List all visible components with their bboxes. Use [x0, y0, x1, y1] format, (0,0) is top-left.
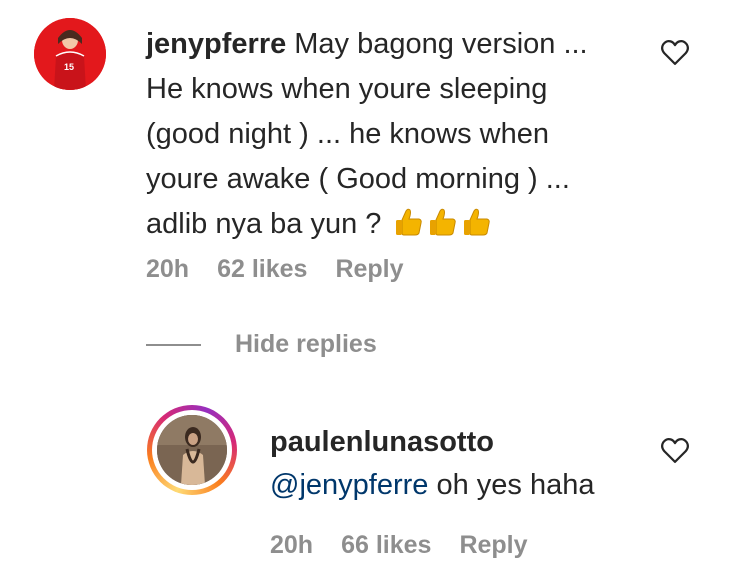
reply-meta: 20h 66 likes Reply	[270, 531, 528, 560]
thumbs-up-emoji-icon	[396, 208, 423, 236]
comment-time: 20h	[146, 255, 190, 283]
comment-meta: 20h 62 likes Reply	[146, 255, 404, 284]
emoji-row	[393, 203, 495, 248]
avatar-paulenlunasotto-ring[interactable]	[147, 405, 237, 495]
avatar-figure-icon: 15	[34, 18, 106, 90]
reply-likes[interactable]: 66 likes	[341, 531, 431, 560]
reply-time: 20h	[270, 531, 314, 559]
reply-reply-button[interactable]: Reply	[459, 531, 527, 560]
avatar-photo-icon	[157, 415, 227, 485]
comment-text-line1: May bagong version ...	[294, 28, 588, 60]
comment-body: jenypferre May bagong version ... He know…	[146, 22, 626, 248]
reply-body: paulenlunasotto @jenypferre oh yes haha	[270, 421, 670, 507]
reply-text: oh yes haha	[436, 469, 595, 501]
hide-replies-button[interactable]: Hide replies	[146, 330, 377, 359]
reply-username[interactable]: paulenlunasotto	[270, 421, 670, 464]
comment-reply-button[interactable]: Reply	[335, 255, 403, 284]
reply-mention[interactable]: @jenypferre	[270, 469, 428, 501]
avatar-paulenlunasotto	[157, 415, 227, 485]
heart-outline-icon[interactable]	[660, 38, 690, 66]
avatar-ring-gap	[152, 410, 232, 490]
hide-replies-label: Hide replies	[235, 330, 377, 358]
heart-outline-icon[interactable]	[660, 436, 690, 464]
comment-text-rest: He knows when youre sleeping (good night…	[146, 73, 570, 240]
avatar-jenypferre[interactable]: 15	[34, 18, 106, 90]
thumbs-up-emoji-icon	[430, 208, 457, 236]
comment-likes[interactable]: 62 likes	[217, 255, 307, 284]
comment-username[interactable]: jenypferre	[146, 28, 286, 60]
thumbs-up-emoji-icon	[464, 208, 491, 236]
hide-replies-divider	[146, 343, 201, 346]
svg-text:15: 15	[64, 62, 74, 72]
